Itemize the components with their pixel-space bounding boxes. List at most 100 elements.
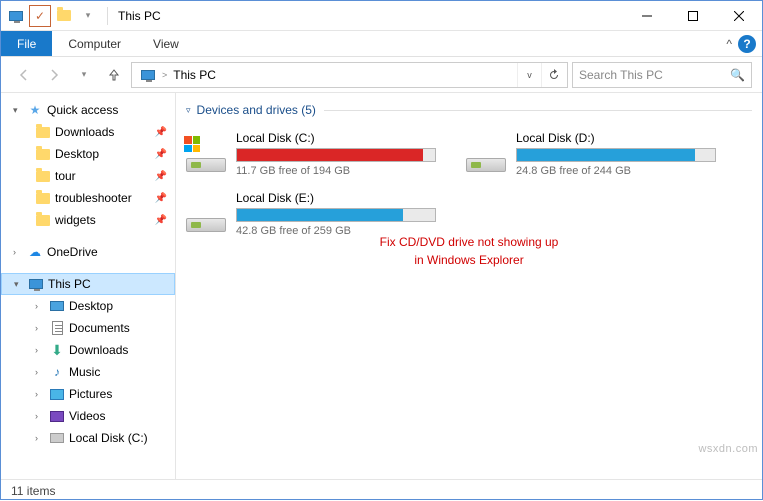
expand-arrow-icon[interactable]: ▾ xyxy=(14,279,24,290)
sidebar-qa-item[interactable]: Desktop📌 xyxy=(1,143,175,165)
tab-computer[interactable]: Computer xyxy=(52,31,137,56)
item-icon xyxy=(49,386,65,402)
collapse-arrow-icon[interactable]: ▿ xyxy=(186,105,191,116)
sidebar-qa-item[interactable]: troubleshooter 📌 xyxy=(1,187,175,209)
recent-locations-button[interactable]: ▾ xyxy=(71,62,97,88)
onedrive-cloud-icon: ☁ xyxy=(27,244,43,260)
expand-arrow-icon[interactable]: › xyxy=(35,323,45,333)
drive-free-text: 24.8 GB free of 244 GB xyxy=(516,165,716,177)
expand-arrow-icon[interactable]: › xyxy=(13,247,23,257)
folder-icon xyxy=(35,212,51,228)
titlebar: ✓ ▾ This PC xyxy=(1,1,762,31)
breadcrumb-location[interactable]: This PC xyxy=(167,68,222,82)
close-button[interactable] xyxy=(716,1,762,30)
drive-name: Local Disk (D:) xyxy=(516,131,716,145)
item-label: Downloads xyxy=(55,125,114,139)
qat-overflow[interactable]: ▾ xyxy=(77,5,99,27)
qat-app-icon[interactable] xyxy=(5,5,27,27)
maximize-button[interactable] xyxy=(670,1,716,30)
search-box[interactable]: Search This PC 🔍 xyxy=(572,62,752,88)
search-placeholder: Search This PC xyxy=(579,68,663,82)
sidebar-pc-item[interactable]: ›⬇Downloads xyxy=(1,339,175,361)
ribbon-collapse-icon[interactable]: ^ xyxy=(726,37,732,51)
item-label: Desktop xyxy=(69,299,113,313)
up-button[interactable] xyxy=(101,62,127,88)
drive-item[interactable]: Local Disk (D:) 24.8 GB free of 244 GB xyxy=(460,127,720,181)
sidebar-qa-item[interactable]: tour 📌 xyxy=(1,165,175,187)
drive-name: Local Disk (E:) xyxy=(236,191,436,205)
back-button[interactable] xyxy=(11,62,37,88)
item-label: Local Disk (C:) xyxy=(69,431,148,445)
minimize-button[interactable] xyxy=(624,1,670,30)
group-divider xyxy=(324,110,752,111)
this-pc-icon xyxy=(28,276,44,292)
sidebar-qa-item[interactable]: widgets📌 xyxy=(1,209,175,231)
qat-properties-checked[interactable]: ✓ xyxy=(29,5,51,27)
item-icon xyxy=(49,408,65,424)
address-bar[interactable]: > This PC v xyxy=(131,62,568,88)
item-icon: ⬇ xyxy=(49,342,65,358)
drive-icon xyxy=(464,136,506,172)
sidebar-this-pc[interactable]: ▾ This PC xyxy=(1,273,175,295)
expand-arrow-icon[interactable]: ▾ xyxy=(13,105,23,116)
pin-icon: 📌 xyxy=(155,171,167,182)
main-body: ▾ ★ Quick access Downloads📌Desktop📌tour📌… xyxy=(1,93,762,479)
expand-arrow-icon[interactable]: › xyxy=(35,345,45,355)
drive-info: Local Disk (C:) 11.7 GB free of 194 GB xyxy=(236,131,436,177)
sidebar-qa-item[interactable]: Downloads📌 xyxy=(1,121,175,143)
address-dropdown-icon[interactable]: v xyxy=(517,63,541,87)
drive-info: Local Disk (D:) 24.8 GB free of 244 GB xyxy=(516,131,716,177)
refresh-button[interactable] xyxy=(541,63,565,87)
drives-container: Local Disk (C:)11.7 GB free of 194 GBLoc… xyxy=(176,121,762,247)
item-icon xyxy=(49,430,65,446)
item-label: troubleshooter xyxy=(55,191,132,205)
sidebar-onedrive[interactable]: › ☁ OneDrive xyxy=(1,241,175,263)
sidebar-quick-access[interactable]: ▾ ★ Quick access xyxy=(1,99,175,121)
sidebar-pc-item[interactable]: ›♪Music xyxy=(1,361,175,383)
folder-icon xyxy=(35,168,51,184)
expand-arrow-icon[interactable]: › xyxy=(35,301,45,311)
overlay-article-title: Fix CD/DVD drive not showing up in Windo… xyxy=(176,233,762,269)
search-icon: 🔍 xyxy=(730,68,745,82)
group-header-devices[interactable]: ▿ Devices and drives (5) xyxy=(176,99,762,121)
this-pc-label: This PC xyxy=(48,277,91,291)
sidebar-pc-item[interactable]: › Pictures xyxy=(1,383,175,405)
expand-arrow-icon[interactable]: › xyxy=(35,389,45,399)
expand-arrow-icon[interactable]: › xyxy=(35,411,45,421)
expand-arrow-icon[interactable]: › xyxy=(35,433,45,443)
window-title: This PC xyxy=(112,9,161,23)
sidebar-pc-item[interactable]: › Videos xyxy=(1,405,175,427)
sidebar-pc-item[interactable]: › Local Disk (C:) xyxy=(1,427,175,449)
overlay-line-2: in Windows Explorer xyxy=(176,251,762,269)
quick-access-label: Quick access xyxy=(47,103,118,117)
location-icon xyxy=(138,65,158,85)
item-icon xyxy=(49,298,65,314)
drive-free-text: 11.7 GB free of 194 GB xyxy=(236,165,436,177)
drive-item[interactable]: Local Disk (C:) 11.7 GB free of 194 GB xyxy=(180,127,440,181)
item-icon xyxy=(49,320,65,336)
pin-icon: 📌 xyxy=(155,193,167,204)
item-label: Videos xyxy=(69,409,105,423)
tab-view[interactable]: View xyxy=(137,31,195,56)
quick-access-toolbar: ✓ ▾ xyxy=(1,5,103,27)
folder-icon xyxy=(35,190,51,206)
drive-info: Local Disk (E:)42.8 GB free of 259 GB xyxy=(236,191,436,237)
item-label: Pictures xyxy=(69,387,112,401)
navigation-pane: ▾ ★ Quick access Downloads📌Desktop📌tour📌… xyxy=(1,93,176,479)
qat-new-folder[interactable] xyxy=(53,5,75,27)
separator xyxy=(107,7,108,25)
navigation-bar: ▾ > This PC v Search This PC 🔍 xyxy=(1,57,762,93)
item-icon: ♪ xyxy=(49,364,65,380)
drive-usage-bar xyxy=(516,148,716,162)
sidebar-pc-item[interactable]: ›Documents xyxy=(1,317,175,339)
drive-name: Local Disk (C:) xyxy=(236,131,436,145)
item-label: Desktop xyxy=(55,147,99,161)
forward-button[interactable] xyxy=(41,62,67,88)
sidebar-pc-item[interactable]: › Desktop xyxy=(1,295,175,317)
status-bar: 11 items xyxy=(1,479,762,501)
tab-file[interactable]: File xyxy=(1,31,52,56)
help-button[interactable]: ? xyxy=(738,35,756,53)
folder-icon xyxy=(35,124,51,140)
expand-arrow-icon[interactable]: › xyxy=(35,367,45,377)
item-label: tour xyxy=(55,169,76,183)
